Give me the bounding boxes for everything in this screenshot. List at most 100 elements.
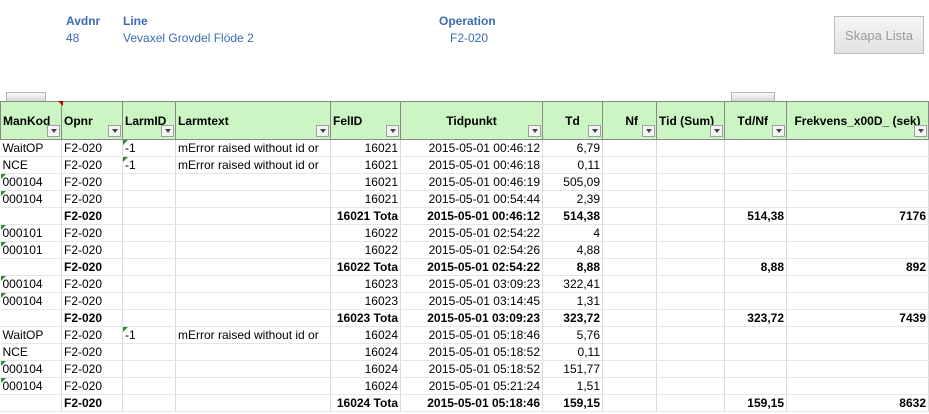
table-cell[interactable] xyxy=(724,241,787,259)
table-cell[interactable] xyxy=(175,309,331,327)
table-cell[interactable]: F2-020 xyxy=(61,377,123,395)
table-cell[interactable] xyxy=(724,343,787,361)
table-cell[interactable]: 151,77 xyxy=(542,360,603,378)
table-cell[interactable]: 2015-05-01 02:54:26 xyxy=(400,241,543,259)
table-cell[interactable]: F2-020 xyxy=(61,275,123,293)
table-cell[interactable] xyxy=(786,173,929,191)
table-cell[interactable] xyxy=(786,224,929,242)
table-cell[interactable]: 000101 xyxy=(0,224,62,242)
table-cell[interactable]: 2015-05-01 03:09:23 xyxy=(400,275,543,293)
table-cell[interactable]: WaitOP xyxy=(0,326,62,344)
table-cell[interactable]: 2015-05-01 05:18:46 xyxy=(400,326,543,344)
table-cell[interactable] xyxy=(724,377,787,395)
table-cell[interactable] xyxy=(656,377,725,395)
filter-dropdown-icon[interactable] xyxy=(772,125,785,137)
table-cell[interactable] xyxy=(122,241,176,259)
table-cell[interactable]: 1,31 xyxy=(542,292,603,310)
table-cell[interactable]: 16023 Tota xyxy=(330,309,401,327)
table-cell[interactable]: 159,15 xyxy=(542,394,603,412)
table-cell[interactable] xyxy=(656,326,725,344)
table-cell[interactable] xyxy=(0,258,62,276)
table-cell[interactable] xyxy=(602,139,657,157)
filter-dropdown-icon[interactable] xyxy=(588,125,601,137)
table-cell[interactable]: mError raised without id or xyxy=(175,156,331,174)
table-cell[interactable] xyxy=(122,309,176,327)
table-cell[interactable] xyxy=(0,394,62,412)
table-cell[interactable]: 2015-05-01 03:14:45 xyxy=(400,292,543,310)
table-cell[interactable]: 16021 xyxy=(330,139,401,157)
table-cell[interactable]: 16021 xyxy=(330,190,401,208)
table-cell[interactable]: 323,72 xyxy=(724,309,787,327)
table-cell[interactable] xyxy=(602,309,657,327)
table-cell[interactable]: F2-020 xyxy=(61,292,123,310)
table-cell[interactable]: F2-020 xyxy=(61,360,123,378)
table-cell[interactable]: NCE xyxy=(0,343,62,361)
table-cell[interactable]: F2-020 xyxy=(61,207,123,225)
table-cell[interactable]: 16022 xyxy=(330,224,401,242)
table-cell[interactable]: F2-020 xyxy=(61,343,123,361)
table-cell[interactable] xyxy=(122,343,176,361)
table-cell[interactable] xyxy=(175,241,331,259)
table-cell[interactable] xyxy=(602,224,657,242)
table-cell[interactable]: 16024 Tota xyxy=(330,394,401,412)
table-cell[interactable]: 000104 xyxy=(0,360,62,378)
table-cell[interactable] xyxy=(656,139,725,157)
table-cell[interactable]: 2,39 xyxy=(542,190,603,208)
table-cell[interactable] xyxy=(602,173,657,191)
filter-dropdown-icon[interactable] xyxy=(642,125,655,137)
table-cell[interactable]: 000104 xyxy=(0,173,62,191)
table-cell[interactable] xyxy=(175,343,331,361)
table-cell[interactable]: 0,11 xyxy=(542,343,603,361)
table-cell[interactable] xyxy=(724,224,787,242)
table-cell[interactable] xyxy=(602,258,657,276)
filter-dropdown-icon[interactable] xyxy=(108,125,121,137)
table-cell[interactable]: 4,88 xyxy=(542,241,603,259)
table-cell[interactable]: 892 xyxy=(786,258,929,276)
table-cell[interactable] xyxy=(786,241,929,259)
table-cell[interactable] xyxy=(602,190,657,208)
table-cell[interactable]: 0,11 xyxy=(542,156,603,174)
table-cell[interactable] xyxy=(656,156,725,174)
table-cell[interactable] xyxy=(656,190,725,208)
table-cell[interactable] xyxy=(786,292,929,310)
table-cell[interactable] xyxy=(602,343,657,361)
filter-dropdown-icon[interactable] xyxy=(47,125,60,137)
table-cell[interactable] xyxy=(786,190,929,208)
table-cell[interactable]: 4 xyxy=(542,224,603,242)
filter-dropdown-icon[interactable] xyxy=(914,125,927,137)
skapa-lista-button[interactable]: Skapa Lista xyxy=(834,16,924,54)
table-cell[interactable] xyxy=(602,207,657,225)
table-cell[interactable]: 16024 xyxy=(330,343,401,361)
table-cell[interactable]: 2015-05-01 05:18:52 xyxy=(400,360,543,378)
table-cell[interactable] xyxy=(602,275,657,293)
table-cell[interactable] xyxy=(656,394,725,412)
table-cell[interactable] xyxy=(175,224,331,242)
table-cell[interactable] xyxy=(122,224,176,242)
table-cell[interactable]: 16021 Tota xyxy=(330,207,401,225)
table-cell[interactable] xyxy=(122,173,176,191)
table-cell[interactable] xyxy=(656,309,725,327)
filter-dropdown-icon[interactable] xyxy=(528,125,541,137)
table-cell[interactable] xyxy=(602,292,657,310)
table-cell[interactable]: 2015-05-01 05:18:46 xyxy=(400,394,543,412)
filter-dropdown-icon[interactable] xyxy=(161,125,174,137)
table-cell[interactable]: 2015-05-01 03:09:23 xyxy=(400,309,543,327)
table-cell[interactable] xyxy=(656,224,725,242)
table-cell[interactable]: -1 xyxy=(122,139,176,157)
table-cell[interactable]: F2-020 xyxy=(61,173,123,191)
table-cell[interactable]: 16022 xyxy=(330,241,401,259)
table-cell[interactable]: 6,79 xyxy=(542,139,603,157)
table-cell[interactable] xyxy=(786,139,929,157)
table-cell[interactable]: F2-020 xyxy=(61,309,123,327)
table-cell[interactable] xyxy=(0,309,62,327)
table-cell[interactable]: 2015-05-01 00:54:44 xyxy=(400,190,543,208)
table-cell[interactable]: 16023 xyxy=(330,275,401,293)
table-cell[interactable]: 16024 xyxy=(330,360,401,378)
table-cell[interactable]: 000104 xyxy=(0,377,62,395)
table-cell[interactable]: 159,15 xyxy=(724,394,787,412)
table-cell[interactable] xyxy=(175,292,331,310)
table-cell[interactable] xyxy=(122,394,176,412)
table-cell[interactable] xyxy=(724,139,787,157)
table-cell[interactable] xyxy=(602,360,657,378)
filter-dropdown-icon[interactable] xyxy=(710,125,723,137)
